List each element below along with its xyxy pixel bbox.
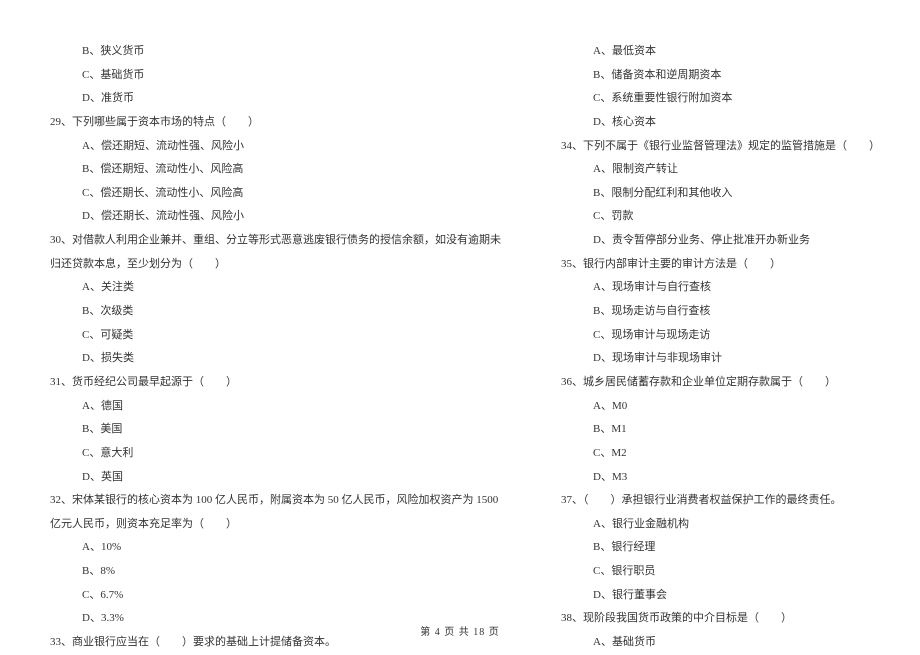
option: B、次级类 bbox=[50, 300, 501, 324]
option: D、责令暂停部分业务、停止批准开办新业务 bbox=[561, 229, 880, 253]
option: B、狭义货币 bbox=[50, 40, 501, 64]
question-32-line1: 32、宋体某银行的核心资本为 100 亿人民币，附属资本为 50 亿人民币，风险… bbox=[50, 489, 501, 513]
left-column: B、狭义货币 C、基础货币 D、准货币 29、下列哪些属于资本市场的特点（ ） … bbox=[50, 40, 501, 610]
two-column-layout: B、狭义货币 C、基础货币 D、准货币 29、下列哪些属于资本市场的特点（ ） … bbox=[50, 40, 870, 610]
right-column: A、最低资本 B、储备资本和逆周期资本 C、系统重要性银行附加资本 D、核心资本… bbox=[561, 40, 880, 610]
option: C、现场审计与现场走访 bbox=[561, 324, 880, 348]
option: D、偿还期长、流动性强、风险小 bbox=[50, 205, 501, 229]
option: A、偿还期短、流动性强、风险小 bbox=[50, 135, 501, 159]
question-37: 37、（ ）承担银行业消费者权益保护工作的最终责任。 bbox=[561, 489, 880, 513]
question-30-line1: 30、对借款人利用企业兼并、重组、分立等形式恶意逃废银行债务的授信余额，如没有逾… bbox=[50, 229, 501, 253]
option: C、M2 bbox=[561, 442, 880, 466]
option: A、银行业金融机构 bbox=[561, 513, 880, 537]
option: D、现场审计与非现场审计 bbox=[561, 347, 880, 371]
option: D、M3 bbox=[561, 466, 880, 490]
option: B、现场走访与自行查核 bbox=[561, 300, 880, 324]
option: D、核心资本 bbox=[561, 111, 880, 135]
option: A、10% bbox=[50, 536, 501, 560]
option: A、M0 bbox=[561, 395, 880, 419]
page-footer: 第 4 页 共 18 页 bbox=[0, 623, 920, 638]
option: C、罚款 bbox=[561, 205, 880, 229]
option: B、美国 bbox=[50, 418, 501, 442]
option: C、可疑类 bbox=[50, 324, 501, 348]
option: A、德国 bbox=[50, 395, 501, 419]
option: B、M1 bbox=[561, 418, 880, 442]
question-29: 29、下列哪些属于资本市场的特点（ ） bbox=[50, 111, 501, 135]
option: D、损失类 bbox=[50, 347, 501, 371]
option: D、准货币 bbox=[50, 87, 501, 111]
option: B、储备资本和逆周期资本 bbox=[561, 64, 880, 88]
question-32-line2: 亿元人民币，则资本充足率为（ ） bbox=[50, 513, 501, 537]
question-35: 35、银行内部审计主要的审计方法是（ ） bbox=[561, 253, 880, 277]
option: C、基础货币 bbox=[50, 64, 501, 88]
option: B、8% bbox=[50, 560, 501, 584]
option: B、偿还期短、流动性小、风险高 bbox=[50, 158, 501, 182]
option: A、限制资产转让 bbox=[561, 158, 880, 182]
option: D、银行董事会 bbox=[561, 584, 880, 608]
question-36: 36、城乡居民储蓄存款和企业单位定期存款属于（ ） bbox=[561, 371, 880, 395]
option: A、关注类 bbox=[50, 276, 501, 300]
question-30-line2: 归还贷款本息，至少划分为（ ） bbox=[50, 253, 501, 277]
question-34: 34、下列不属于《银行业监督管理法》规定的监管措施是（ ） bbox=[561, 135, 880, 159]
option: C、6.7% bbox=[50, 584, 501, 608]
option: A、现场审计与自行查核 bbox=[561, 276, 880, 300]
option: A、最低资本 bbox=[561, 40, 880, 64]
option: C、银行职员 bbox=[561, 560, 880, 584]
option: C、系统重要性银行附加资本 bbox=[561, 87, 880, 111]
option: B、银行经理 bbox=[561, 536, 880, 560]
option: B、限制分配红利和其他收入 bbox=[561, 182, 880, 206]
question-31: 31、货币经纪公司最早起源于（ ） bbox=[50, 371, 501, 395]
option: C、意大利 bbox=[50, 442, 501, 466]
option: D、英国 bbox=[50, 466, 501, 490]
option: C、偿还期长、流动性小、风险高 bbox=[50, 182, 501, 206]
